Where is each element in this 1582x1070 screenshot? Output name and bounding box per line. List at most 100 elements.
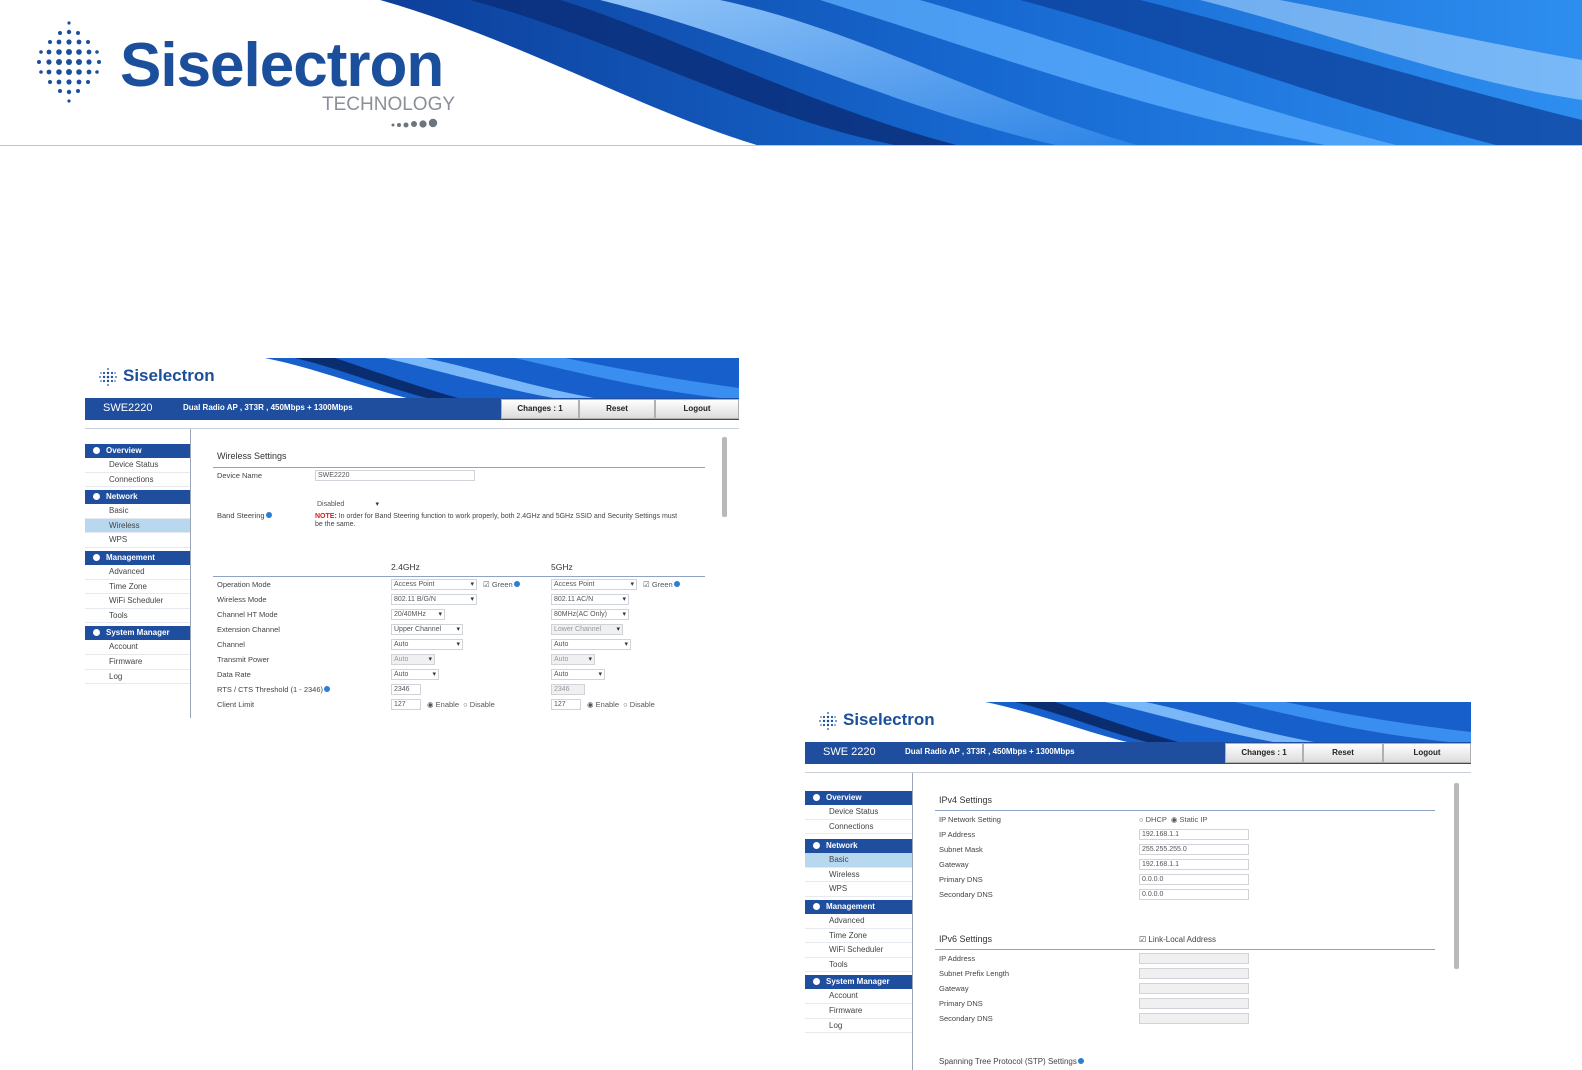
reset-button[interactable]: Reset bbox=[1303, 743, 1383, 763]
panel-logo: Siselectron bbox=[843, 710, 935, 729]
panel-header: Siselectron bbox=[85, 358, 739, 400]
client-limit-24-radios[interactable]: ◉ Enable ○ Disable bbox=[427, 700, 495, 709]
sidebar-menu: Overview Device Status Connections Netwo… bbox=[85, 429, 191, 718]
subnet-mask-input[interactable]: 255.255.255.0 bbox=[1139, 844, 1249, 855]
basic-settings-form: IPv4 Settings IP Network Setting ○ DHCP … bbox=[913, 773, 1461, 1070]
sidebar-item-advanced[interactable]: Advanced bbox=[805, 914, 912, 929]
sidebar-item-account[interactable]: Account bbox=[805, 989, 912, 1004]
channel-24-select[interactable]: Auto bbox=[391, 639, 463, 650]
channel-label: Channel bbox=[217, 640, 245, 649]
table-divider bbox=[213, 576, 705, 577]
transmit-power-5-select[interactable]: Auto bbox=[551, 654, 595, 665]
panel-title-bar: SWE2220 Dual Radio AP , 3T3R , 450Mbps +… bbox=[85, 398, 739, 420]
rts-threshold-5-input[interactable]: 2346 bbox=[551, 684, 585, 695]
extension-channel-24-select[interactable]: Upper Channel bbox=[391, 624, 463, 635]
ipv6-primary-dns-input[interactable] bbox=[1139, 998, 1249, 1009]
sidebar-section-system-manager[interactable]: System Manager bbox=[805, 975, 912, 990]
globe-logo-icon bbox=[99, 368, 117, 386]
scrollbar[interactable] bbox=[722, 437, 727, 517]
sidebar-item-device-status[interactable]: Device Status bbox=[85, 458, 190, 473]
link-local-checkbox[interactable]: ☑ Link-Local Address bbox=[1139, 935, 1216, 944]
sidebar-item-basic[interactable]: Basic bbox=[805, 853, 912, 868]
panel-logo: Siselectron bbox=[123, 366, 215, 385]
secondary-dns-input[interactable]: 0.0.0.0 bbox=[1139, 889, 1249, 900]
ipv6-secondary-dns-input[interactable] bbox=[1139, 1013, 1249, 1024]
ip-network-setting-radios[interactable]: ○ DHCP ◉ Static IP bbox=[1139, 815, 1207, 824]
sidebar-item-time-zone[interactable]: Time Zone bbox=[805, 929, 912, 944]
sidebar-item-connections[interactable]: Connections bbox=[85, 473, 190, 488]
sidebar-item-wifi-scheduler[interactable]: WiFi Scheduler bbox=[805, 943, 912, 958]
gear-icon bbox=[813, 902, 820, 910]
wireless-mode-5-select[interactable]: 802.11 AC/N bbox=[551, 594, 629, 605]
client-limit-5-input[interactable]: 127 bbox=[551, 699, 581, 710]
rts-threshold-label: RTS / CTS Threshold (1 - 2346) bbox=[217, 685, 331, 694]
client-limit-24-input[interactable]: 127 bbox=[391, 699, 421, 710]
panel-body: Overview Device Status Connections Netwo… bbox=[85, 428, 739, 718]
sidebar-item-wifi-scheduler[interactable]: WiFi Scheduler bbox=[85, 594, 190, 609]
primary-dns-input[interactable]: 0.0.0.0 bbox=[1139, 874, 1249, 885]
ipv6-address-input[interactable] bbox=[1139, 953, 1249, 964]
channel-ht-mode-5-select[interactable]: 80MHz(AC Only) bbox=[551, 609, 629, 620]
sidebar-section-network[interactable]: Network bbox=[805, 839, 912, 854]
ipv6-section-title: IPv6 Settings bbox=[939, 934, 993, 944]
changes-button[interactable]: Changes : 1 bbox=[1225, 743, 1303, 763]
ip-address-input[interactable]: 192.168.1.1 bbox=[1139, 829, 1249, 840]
band-steering-select[interactable]: Disabled bbox=[315, 500, 381, 511]
sidebar-item-device-status[interactable]: Device Status bbox=[805, 805, 912, 820]
subnet-prefix-length-input[interactable] bbox=[1139, 968, 1249, 979]
section-divider bbox=[213, 467, 705, 468]
sidebar-section-management[interactable]: Management bbox=[85, 550, 190, 565]
sidebar-item-firmware[interactable]: Firmware bbox=[85, 655, 190, 670]
column-header-2-4ghz: 2.4GHz bbox=[391, 562, 420, 572]
changes-button[interactable]: Changes : 1 bbox=[501, 399, 579, 419]
channel-ht-mode-24-select[interactable]: 20/40MHz bbox=[391, 609, 445, 620]
wireless-mode-24-select[interactable]: 802.11 B/G/N bbox=[391, 594, 477, 605]
scrollbar[interactable] bbox=[1454, 783, 1459, 969]
channel-5-select[interactable]: Auto bbox=[551, 639, 631, 650]
gateway-input[interactable]: 192.168.1.1 bbox=[1139, 859, 1249, 870]
operation-mode-5-select[interactable]: Access Point bbox=[551, 579, 637, 590]
green-checkbox-5[interactable]: ☑ Green bbox=[643, 580, 680, 589]
help-icon[interactable] bbox=[1077, 1058, 1084, 1064]
sidebar-item-wireless[interactable]: Wireless bbox=[85, 518, 190, 534]
sidebar-item-log[interactable]: Log bbox=[85, 670, 190, 685]
help-icon[interactable] bbox=[673, 581, 680, 587]
rts-threshold-24-input[interactable]: 2346 bbox=[391, 684, 421, 695]
sidebar-item-tools[interactable]: Tools bbox=[85, 609, 190, 624]
transmit-power-24-select[interactable]: Auto bbox=[391, 654, 435, 665]
sidebar-section-management[interactable]: Management bbox=[805, 899, 912, 914]
model-name: SWE 2220 bbox=[823, 746, 876, 758]
help-icon[interactable] bbox=[513, 581, 520, 587]
sidebar-item-firmware[interactable]: Firmware bbox=[805, 1004, 912, 1019]
ipv6-address-label: IP Address bbox=[939, 954, 976, 963]
sidebar-section-overview[interactable]: Overview bbox=[85, 444, 190, 458]
sidebar-item-advanced[interactable]: Advanced bbox=[85, 565, 190, 580]
client-limit-5-radios[interactable]: ◉ Enable ○ Disable bbox=[587, 700, 655, 709]
help-icon[interactable] bbox=[265, 512, 272, 518]
sidebar-item-wireless[interactable]: Wireless bbox=[805, 868, 912, 883]
sidebar-item-basic[interactable]: Basic bbox=[85, 504, 190, 519]
sidebar-item-log[interactable]: Log bbox=[805, 1019, 912, 1034]
logout-button[interactable]: Logout bbox=[655, 399, 739, 419]
sidebar-section-system-manager[interactable]: System Manager bbox=[85, 626, 190, 641]
operation-mode-24-select[interactable]: Access Point bbox=[391, 579, 477, 590]
client-limit-label: Client Limit bbox=[217, 700, 255, 709]
sidebar-item-connections[interactable]: Connections bbox=[805, 820, 912, 835]
help-icon[interactable] bbox=[324, 686, 331, 692]
sidebar-section-overview[interactable]: Overview bbox=[805, 791, 912, 805]
sidebar-item-tools[interactable]: Tools bbox=[805, 958, 912, 973]
data-rate-5-select[interactable]: Auto bbox=[551, 669, 605, 680]
sidebar-item-wps[interactable]: WPS bbox=[805, 882, 912, 897]
green-checkbox-24[interactable]: ☑ Green bbox=[483, 580, 520, 589]
extension-channel-5-select[interactable]: Lower Channel bbox=[551, 624, 623, 635]
panel-body: Overview Device Status Connections Netwo… bbox=[805, 772, 1471, 1070]
sidebar-item-wps[interactable]: WPS bbox=[85, 533, 190, 548]
data-rate-24-select[interactable]: Auto bbox=[391, 669, 439, 680]
sidebar-item-account[interactable]: Account bbox=[85, 640, 190, 655]
device-name-input[interactable]: SWE2220 bbox=[315, 470, 475, 481]
sidebar-item-time-zone[interactable]: Time Zone bbox=[85, 580, 190, 595]
reset-button[interactable]: Reset bbox=[579, 399, 655, 419]
logout-button[interactable]: Logout bbox=[1383, 743, 1471, 763]
ipv6-gateway-input[interactable] bbox=[1139, 983, 1249, 994]
sidebar-section-network[interactable]: Network bbox=[85, 490, 190, 505]
